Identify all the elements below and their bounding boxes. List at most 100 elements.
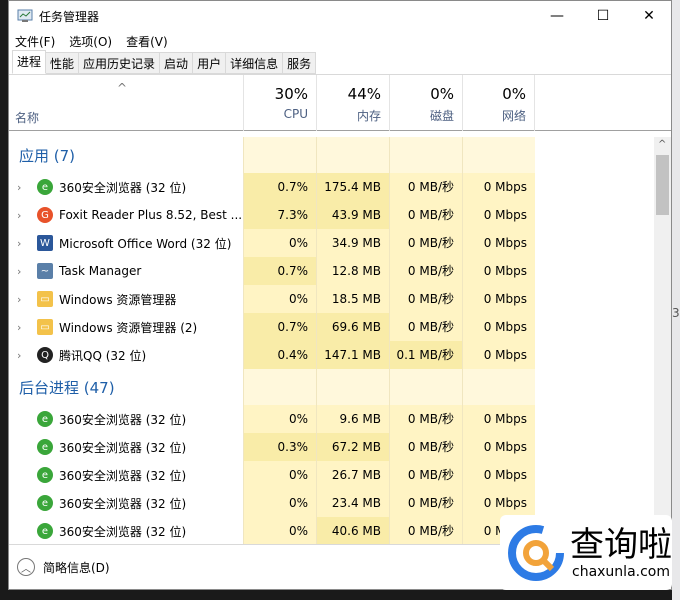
group-cell	[389, 369, 462, 405]
disk-cell: 0 MB/秒	[389, 405, 462, 433]
column-memory[interactable]: 44% 内存	[316, 75, 389, 131]
memory-percent: 44%	[347, 85, 381, 103]
disk-cell: 0 MB/秒	[389, 285, 462, 313]
tab-app-history[interactable]: 应用历史记录	[79, 52, 161, 74]
column-cpu[interactable]: 30% CPU	[243, 75, 316, 131]
process-name-cell: e 360安全浏览器 (32 位)	[9, 461, 243, 489]
network-cell: 0 Mbps	[462, 405, 535, 433]
process-row[interactable]: › G Foxit Reader Plus 8.52, Best ... 7.3…	[9, 201, 656, 229]
menu-options[interactable]: 选项(O)	[69, 33, 112, 50]
process-name-cell: › ~ Task Manager	[9, 257, 243, 285]
tab-details[interactable]: 详细信息	[226, 52, 284, 74]
tab-users[interactable]: 用户	[193, 52, 227, 74]
group-header[interactable]: 后台进程 (47)	[9, 369, 656, 405]
process-name-cell: e 360安全浏览器 (32 位)	[9, 489, 243, 517]
disk-cell: 0 MB/秒	[389, 433, 462, 461]
collapse-chevron-icon[interactable]: ︿	[17, 558, 35, 576]
ie-green-icon: e	[37, 411, 53, 427]
process-name-cell: e 360安全浏览器 (32 位)	[9, 405, 243, 433]
process-name-cell: › W Microsoft Office Word (32 位)	[9, 229, 243, 257]
scrollbar-thumb[interactable]	[656, 155, 669, 215]
group-cell	[462, 369, 535, 405]
expand-chevron-icon[interactable]: ›	[17, 321, 31, 334]
column-disk[interactable]: 0% 磁盘	[389, 75, 462, 131]
process-name: 360安全浏览器 (32 位)	[59, 468, 187, 483]
disk-cell: 0 MB/秒	[389, 517, 462, 544]
memory-cell: 147.1 MB	[316, 341, 389, 369]
disk-cell: 0.1 MB/秒	[389, 341, 462, 369]
ie-green-icon: e	[37, 179, 53, 195]
disk-cell: 0 MB/秒	[389, 313, 462, 341]
network-cell: 0 Mbps	[462, 201, 535, 229]
group-cell	[243, 369, 316, 405]
minimize-button[interactable]: —	[534, 1, 580, 31]
process-list: 应用 (7) › e 360安全浏览器 (32 位) 0.7% 175.4 MB…	[9, 137, 656, 544]
process-name-cell: › Q 腾讯QQ (32 位)	[9, 341, 243, 369]
title-bar[interactable]: 任务管理器 — ☐ ✕	[9, 1, 671, 31]
task-manager-icon	[17, 9, 33, 22]
memory-cell: 40.6 MB	[316, 517, 389, 544]
memory-cell: 18.5 MB	[316, 285, 389, 313]
tab-services[interactable]: 服务	[283, 52, 317, 74]
menu-view[interactable]: 查看(V)	[126, 33, 168, 50]
group-header[interactable]: 应用 (7)	[9, 137, 656, 173]
column-name[interactable]: 名称	[15, 109, 39, 126]
network-cell: 0 Mbps	[462, 461, 535, 489]
process-row[interactable]: › e 360安全浏览器 (32 位) 0.7% 175.4 MB 0 MB/秒…	[9, 173, 656, 201]
group-cell	[462, 137, 535, 173]
close-button[interactable]: ✕	[626, 1, 672, 31]
scroll-up-icon[interactable]: ^	[658, 139, 666, 150]
process-name: 360安全浏览器 (32 位)	[59, 180, 187, 195]
process-row[interactable]: › Q 腾讯QQ (32 位) 0.4% 147.1 MB 0.1 MB/秒 0…	[9, 341, 656, 369]
process-name-cell: e 360安全浏览器 (32 位)	[9, 433, 243, 461]
network-cell: 0 Mbps	[462, 285, 535, 313]
group-title: 应用 (7)	[19, 146, 76, 165]
expand-chevron-icon[interactable]: ›	[17, 349, 31, 362]
cpu-cell: 0.7%	[243, 313, 316, 341]
maximize-button[interactable]: ☐	[580, 1, 626, 31]
menu-file[interactable]: 文件(F)	[15, 33, 55, 50]
process-row[interactable]: › ~ Task Manager 0.7% 12.8 MB 0 MB/秒 0 M…	[9, 257, 656, 285]
memory-cell: 9.6 MB	[316, 405, 389, 433]
network-cell: 0 Mbps	[462, 173, 535, 201]
expand-chevron-icon[interactable]: ›	[17, 293, 31, 306]
process-name: Task Manager	[59, 264, 142, 278]
watermark-url: chaxunla.com	[572, 563, 670, 580]
cpu-cell: 0.4%	[243, 341, 316, 369]
folder-icon: ▭	[37, 291, 53, 307]
tab-bar: 进程 性能 应用历史记录 启动 用户 详细信息 服务	[9, 50, 671, 75]
process-row[interactable]: e 360安全浏览器 (32 位) 0.3% 67.2 MB 0 MB/秒 0 …	[9, 433, 656, 461]
expand-chevron-icon[interactable]: ›	[17, 237, 31, 250]
process-row[interactable]: › ▭ Windows 资源管理器 (2) 0.7% 69.6 MB 0 MB/…	[9, 313, 656, 341]
watermark-text: 查询啦	[570, 524, 672, 565]
group-title: 后台进程 (47)	[19, 378, 115, 397]
tab-processes[interactable]: 进程	[12, 50, 47, 74]
process-name: Microsoft Office Word (32 位)	[59, 236, 232, 251]
process-row[interactable]: e 360安全浏览器 (32 位) 0% 26.7 MB 0 MB/秒 0 Mb…	[9, 461, 656, 489]
expand-chevron-icon[interactable]: ›	[17, 209, 31, 222]
process-row[interactable]: › W Microsoft Office Word (32 位) 0% 34.9…	[9, 229, 656, 257]
disk-label: 磁盘	[429, 109, 454, 123]
cpu-cell: 7.3%	[243, 201, 316, 229]
word-icon: W	[37, 235, 53, 251]
group-cell	[316, 137, 389, 173]
memory-cell: 67.2 MB	[316, 433, 389, 461]
process-name: 360安全浏览器 (32 位)	[59, 496, 187, 511]
expand-chevron-icon[interactable]: ›	[17, 181, 31, 194]
watermark-logo: 查询啦 chaxunla.com	[500, 515, 672, 590]
column-network[interactable]: 0% 网络	[462, 75, 535, 131]
process-name: 360安全浏览器 (32 位)	[59, 412, 187, 427]
network-percent: 0%	[502, 85, 526, 103]
menu-bar: 文件(F) 选项(O) 查看(V)	[9, 31, 671, 51]
expand-chevron-icon[interactable]: ›	[17, 265, 31, 278]
tab-performance[interactable]: 性能	[46, 52, 80, 74]
process-row[interactable]: › ▭ Windows 资源管理器 0% 18.5 MB 0 MB/秒 0 Mb…	[9, 285, 656, 313]
memory-label: 内存	[356, 109, 381, 123]
fewer-details-link[interactable]: 简略信息(D)	[43, 559, 110, 576]
tab-startup[interactable]: 启动	[160, 52, 194, 74]
process-row[interactable]: e 360安全浏览器 (32 位) 0% 23.4 MB 0 MB/秒 0 Mb…	[9, 489, 656, 517]
vertical-scrollbar[interactable]: ^	[654, 137, 671, 544]
process-name: Windows 资源管理器 (2)	[59, 320, 198, 335]
process-row[interactable]: e 360安全浏览器 (32 位) 0% 9.6 MB 0 MB/秒 0 Mbp…	[9, 405, 656, 433]
disk-cell: 0 MB/秒	[389, 201, 462, 229]
